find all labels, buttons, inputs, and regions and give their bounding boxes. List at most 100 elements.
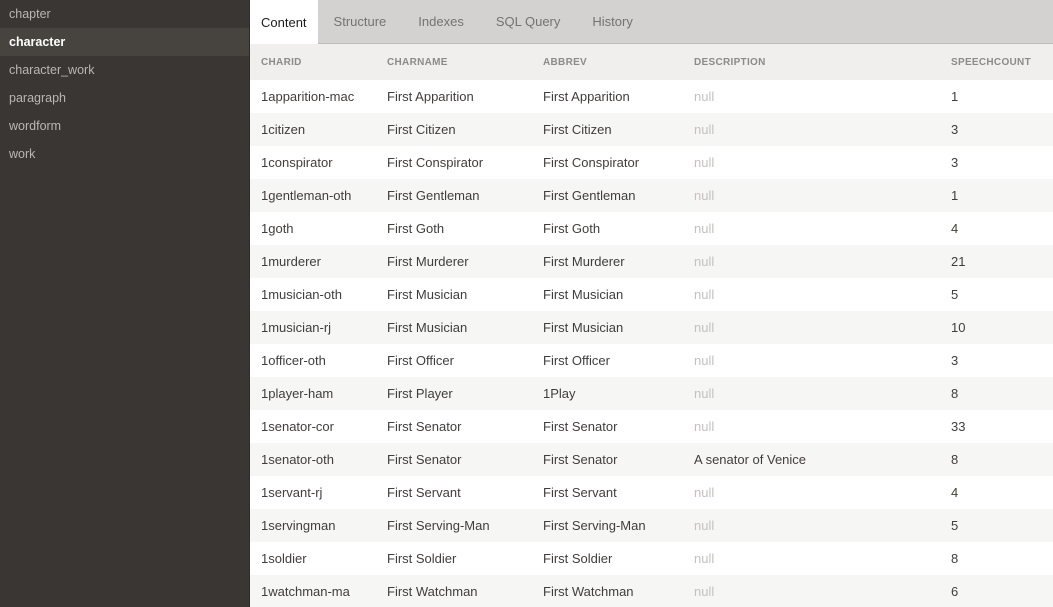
cell-speechcount[interactable]: 3 — [940, 155, 1053, 170]
cell-abbrev[interactable]: First Senator — [532, 452, 683, 467]
cell-speechcount[interactable]: 1 — [940, 188, 1053, 203]
cell-speechcount[interactable]: 8 — [940, 386, 1053, 401]
cell-description[interactable]: null — [683, 122, 940, 137]
cell-speechcount[interactable]: 4 — [940, 221, 1053, 236]
cell-abbrev[interactable]: First Senator — [532, 419, 683, 434]
cell-abbrev[interactable]: First Musician — [532, 320, 683, 335]
cell-description[interactable]: null — [683, 89, 940, 104]
cell-speechcount[interactable]: 1 — [940, 89, 1053, 104]
tab-content[interactable]: Content — [250, 0, 318, 44]
cell-charid[interactable]: 1servant-rj — [250, 485, 376, 500]
table-row[interactable]: 1conspiratorFirst ConspiratorFirst Consp… — [250, 146, 1053, 179]
cell-abbrev[interactable]: First Citizen — [532, 122, 683, 137]
table-row[interactable]: 1soldierFirst SoldierFirst Soldiernull8 — [250, 542, 1053, 575]
cell-description[interactable]: null — [683, 287, 940, 302]
column-header-abbrev[interactable]: ABBREV — [532, 57, 683, 68]
table-row[interactable]: 1citizenFirst CitizenFirst Citizennull3 — [250, 113, 1053, 146]
table-row[interactable]: 1musician-othFirst MusicianFirst Musicia… — [250, 278, 1053, 311]
table-row[interactable]: 1watchman-maFirst WatchmanFirst Watchman… — [250, 575, 1053, 607]
cell-abbrev[interactable]: First Goth — [532, 221, 683, 236]
cell-speechcount[interactable]: 4 — [940, 485, 1053, 500]
table-row[interactable]: 1officer-othFirst OfficerFirst Officernu… — [250, 344, 1053, 377]
column-header-charname[interactable]: CHARNAME — [376, 57, 532, 68]
cell-description[interactable]: null — [683, 254, 940, 269]
sidebar-item-character-work[interactable]: character_work — [0, 56, 249, 84]
cell-speechcount[interactable]: 8 — [940, 551, 1053, 566]
cell-abbrev[interactable]: First Gentleman — [532, 188, 683, 203]
tab-history[interactable]: History — [576, 0, 648, 43]
cell-charid[interactable]: 1player-ham — [250, 386, 376, 401]
cell-charid[interactable]: 1watchman-ma — [250, 584, 376, 599]
cell-charid[interactable]: 1gentleman-oth — [250, 188, 376, 203]
sidebar-item-work[interactable]: work — [0, 140, 249, 168]
cell-charname[interactable]: First Musician — [376, 320, 532, 335]
cell-speechcount[interactable]: 6 — [940, 584, 1053, 599]
sidebar-item-character[interactable]: character — [0, 28, 249, 56]
cell-speechcount[interactable]: 21 — [940, 254, 1053, 269]
sidebar-item-paragraph[interactable]: paragraph — [0, 84, 249, 112]
cell-description[interactable]: null — [683, 320, 940, 335]
cell-charid[interactable]: 1senator-oth — [250, 452, 376, 467]
cell-charid[interactable]: 1goth — [250, 221, 376, 236]
sidebar-item-wordform[interactable]: wordform — [0, 112, 249, 140]
cell-charid[interactable]: 1conspirator — [250, 155, 376, 170]
column-header-description[interactable]: DESCRIPTION — [683, 57, 940, 68]
cell-charid[interactable]: 1servingman — [250, 518, 376, 533]
cell-speechcount[interactable]: 5 — [940, 287, 1053, 302]
table-row[interactable]: 1player-hamFirst Player1Playnull8 — [250, 377, 1053, 410]
cell-charname[interactable]: First Murderer — [376, 254, 532, 269]
cell-charid[interactable]: 1musician-rj — [250, 320, 376, 335]
cell-abbrev[interactable]: First Soldier — [532, 551, 683, 566]
cell-description[interactable]: null — [683, 584, 940, 599]
table-row[interactable]: 1apparition-macFirst ApparitionFirst App… — [250, 80, 1053, 113]
cell-charname[interactable]: First Soldier — [376, 551, 532, 566]
cell-abbrev[interactable]: First Conspirator — [532, 155, 683, 170]
cell-charname[interactable]: First Officer — [376, 353, 532, 368]
cell-abbrev[interactable]: First Musician — [532, 287, 683, 302]
cell-charname[interactable]: First Citizen — [376, 122, 532, 137]
sidebar-item-chapter[interactable]: chapter — [0, 0, 249, 28]
table-row[interactable]: 1servingmanFirst Serving-ManFirst Servin… — [250, 509, 1053, 542]
table-row[interactable]: 1gentleman-othFirst GentlemanFirst Gentl… — [250, 179, 1053, 212]
cell-charname[interactable]: First Gentleman — [376, 188, 532, 203]
tab-indexes[interactable]: Indexes — [402, 0, 480, 43]
column-header-charid[interactable]: CHARID — [250, 57, 376, 68]
cell-charid[interactable]: 1apparition-mac — [250, 89, 376, 104]
table-row[interactable]: 1murdererFirst MurdererFirst Murderernul… — [250, 245, 1053, 278]
column-header-speechcount[interactable]: SPEECHCOUNT — [940, 57, 1053, 68]
cell-description[interactable]: null — [683, 551, 940, 566]
cell-abbrev[interactable]: First Murderer — [532, 254, 683, 269]
cell-speechcount[interactable]: 3 — [940, 353, 1053, 368]
cell-abbrev[interactable]: First Officer — [532, 353, 683, 368]
cell-abbrev[interactable]: First Servant — [532, 485, 683, 500]
cell-charname[interactable]: First Musician — [376, 287, 532, 302]
cell-speechcount[interactable]: 5 — [940, 518, 1053, 533]
table-row[interactable]: 1gothFirst GothFirst Gothnull4 — [250, 212, 1053, 245]
cell-abbrev[interactable]: First Serving-Man — [532, 518, 683, 533]
cell-description[interactable]: null — [683, 188, 940, 203]
tab-structure[interactable]: Structure — [318, 0, 403, 43]
cell-abbrev[interactable]: First Watchman — [532, 584, 683, 599]
table-row[interactable]: 1senator-corFirst SenatorFirst Senatornu… — [250, 410, 1053, 443]
cell-charname[interactable]: First Senator — [376, 452, 532, 467]
cell-charid[interactable]: 1officer-oth — [250, 353, 376, 368]
cell-description[interactable]: null — [683, 221, 940, 236]
table-row[interactable]: 1senator-othFirst SenatorFirst SenatorA … — [250, 443, 1053, 476]
cell-description[interactable]: null — [683, 419, 940, 434]
cell-charid[interactable]: 1senator-cor — [250, 419, 376, 434]
cell-description[interactable]: A senator of Venice — [683, 452, 940, 467]
cell-charname[interactable]: First Apparition — [376, 89, 532, 104]
cell-charname[interactable]: First Servant — [376, 485, 532, 500]
cell-speechcount[interactable]: 33 — [940, 419, 1053, 434]
cell-charid[interactable]: 1soldier — [250, 551, 376, 566]
table-row[interactable]: 1musician-rjFirst MusicianFirst Musician… — [250, 311, 1053, 344]
cell-speechcount[interactable]: 10 — [940, 320, 1053, 335]
cell-speechcount[interactable]: 3 — [940, 122, 1053, 137]
cell-charname[interactable]: First Serving-Man — [376, 518, 532, 533]
tab-sql-query[interactable]: SQL Query — [480, 0, 577, 43]
cell-charname[interactable]: First Watchman — [376, 584, 532, 599]
cell-speechcount[interactable]: 8 — [940, 452, 1053, 467]
cell-charname[interactable]: First Goth — [376, 221, 532, 236]
cell-charname[interactable]: First Senator — [376, 419, 532, 434]
table-row[interactable]: 1servant-rjFirst ServantFirst Servantnul… — [250, 476, 1053, 509]
